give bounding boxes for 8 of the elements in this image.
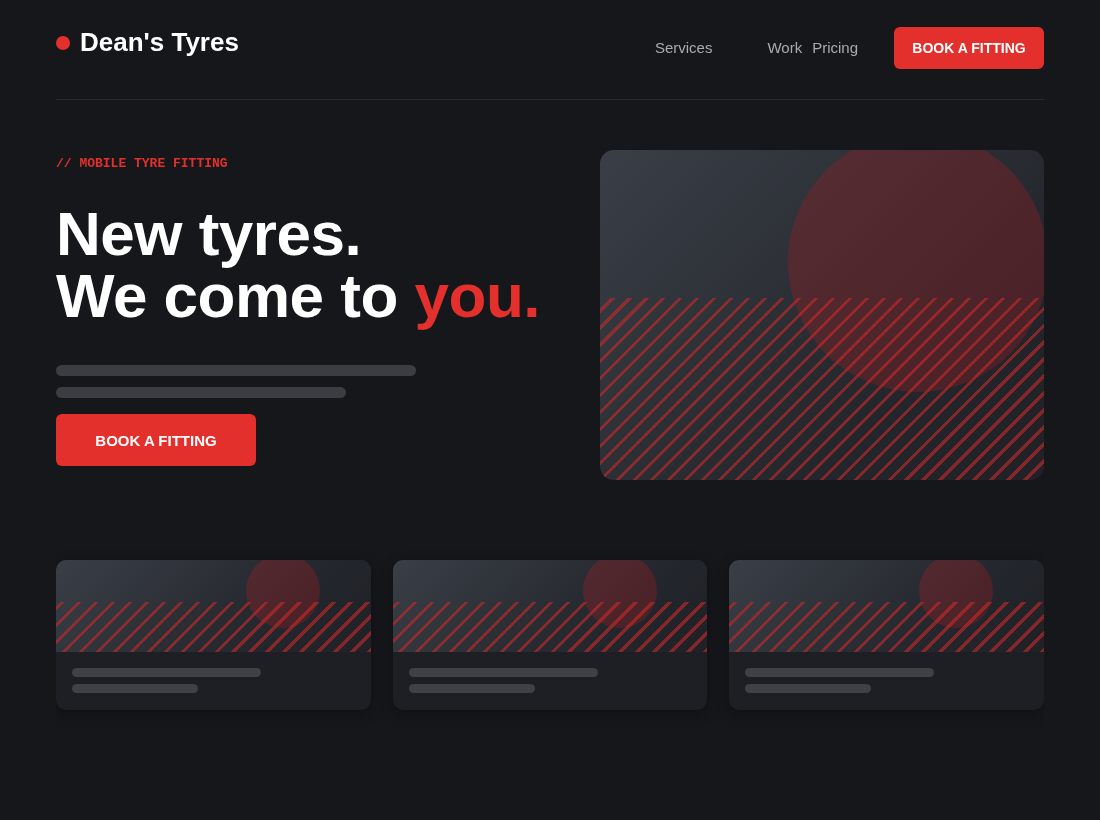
nav-link[interactable]: Work	[767, 39, 803, 56]
brand-name[interactable]: Dean's Tyres	[80, 27, 239, 58]
eyebrow-label: // MOBILE TYRE FITTING	[56, 156, 229, 171]
nav-link[interactable]: Pricing	[812, 39, 858, 56]
book-fitting-button[interactable]: BOOK A FITTING	[894, 26, 1044, 69]
book-fitting-button[interactable]: BOOK A FITTING	[56, 414, 256, 466]
logo-dot-icon	[56, 35, 70, 50]
nav-link[interactable]: Services	[654, 39, 713, 56]
